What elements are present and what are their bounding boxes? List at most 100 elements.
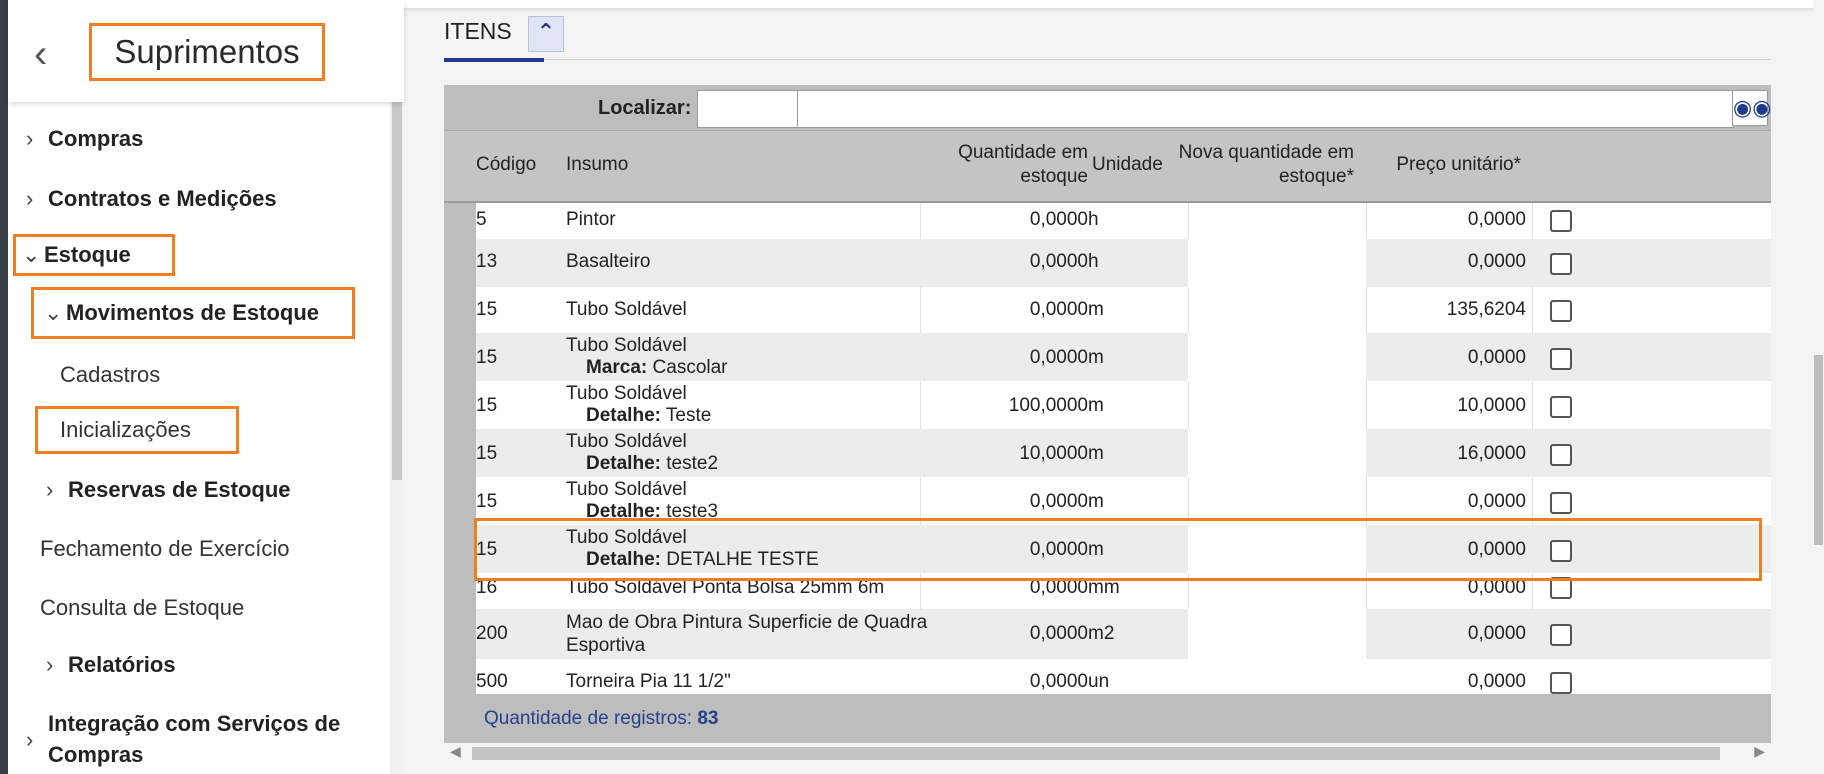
cell-insumo: Tubo Soldável Ponta Bolsa 25mm 6m bbox=[566, 577, 885, 598]
table-row[interactable]: 15 Tubo Soldável Detalhe: teste2 10,0000 … bbox=[476, 429, 1771, 477]
table-row[interactable]: 15 Tubo Soldável Marca: Cascolar 0,0000 m… bbox=[476, 333, 1771, 381]
tab-itens[interactable]: ITENS bbox=[444, 18, 512, 45]
search-input[interactable] bbox=[797, 90, 1734, 128]
row-checkbox[interactable] bbox=[1550, 492, 1572, 514]
nav-consulta-estoque[interactable]: Consulta de Estoque bbox=[40, 595, 244, 621]
search-label: Localizar: bbox=[598, 97, 692, 119]
table-row[interactable]: 13 Basalteiro 0,0000 h 0,0000 bbox=[476, 239, 1771, 287]
tab-divider bbox=[444, 59, 1771, 60]
horizontal-scrollbar[interactable]: ◀ ▶ bbox=[444, 743, 1771, 763]
table-row[interactable]: 16 Tubo Soldável Ponta Bolsa 25mm 6m 0,0… bbox=[476, 573, 1771, 609]
nav-fechamento-exercicio[interactable]: Fechamento de Exercício bbox=[40, 536, 289, 562]
table-row[interactable]: 500 Torneira Pia 11 1/2" 0,0000 un 0,000… bbox=[476, 659, 1771, 694]
row-checkbox[interactable] bbox=[1550, 444, 1572, 466]
nav-inicializacoes[interactable]: Inicializações bbox=[35, 406, 239, 454]
table-row-selected[interactable]: 15 Tubo Soldável Detalhe: DETALHE TESTE 0… bbox=[476, 525, 1771, 573]
search-field-prefix[interactable] bbox=[697, 90, 801, 128]
cell-insumo: Tubo Soldável Detalhe: teste2 bbox=[566, 431, 719, 474]
nav-relatorios[interactable]: › Relatórios bbox=[46, 652, 176, 678]
row-checkbox[interactable] bbox=[1550, 253, 1572, 275]
cell-codigo: 15 bbox=[476, 539, 498, 560]
cell-preco[interactable]: 0,0000 bbox=[1376, 623, 1526, 645]
cell-codigo: 15 bbox=[476, 443, 498, 464]
main-content: ITENS ⌃ Localizar: ◉◉ Código Insumo Quan… bbox=[404, 0, 1824, 774]
cell-quantidade: 0,0000 bbox=[1029, 251, 1088, 272]
cell-insumo: Torneira Pia 11 1/2" bbox=[566, 671, 731, 692]
table-row[interactable]: 200 Mao de Obra Pintura Superficie de Qu… bbox=[476, 609, 1771, 659]
nav-cadastros[interactable]: Cadastros bbox=[60, 362, 160, 388]
nav-reservas-estoque[interactable]: › Reservas de Estoque bbox=[46, 477, 291, 503]
cell-quantidade: 0,0000 bbox=[1029, 539, 1088, 560]
tab-active-indicator bbox=[444, 58, 544, 62]
row-checkbox[interactable] bbox=[1550, 396, 1572, 418]
cell-insumo: Basalteiro bbox=[566, 251, 651, 272]
search-bar: Localizar: ◉◉ bbox=[444, 85, 1771, 131]
top-bar bbox=[404, 0, 1824, 8]
cell-codigo: 16 bbox=[476, 577, 498, 598]
cell-unidade: m bbox=[1088, 539, 1104, 560]
cell-unidade: m bbox=[1088, 347, 1104, 368]
cell-quantidade: 100,0000 bbox=[1008, 395, 1088, 416]
col-preco-unitario[interactable]: Preço unitário* bbox=[1364, 153, 1521, 177]
scroll-left-icon[interactable]: ◀ bbox=[450, 743, 461, 760]
col-quantidade-estoque[interactable]: Quantidade em estoque bbox=[914, 141, 1088, 189]
scroll-right-icon[interactable]: ▶ bbox=[1754, 743, 1765, 760]
cell-unidade: m bbox=[1088, 491, 1104, 512]
chevron-right-icon: › bbox=[26, 126, 34, 151]
nav-compras[interactable]: › Compras bbox=[26, 126, 143, 152]
table-row[interactable]: 15 Tubo Soldável 0,0000 m 135,6204 bbox=[476, 287, 1771, 333]
cell-insumo: Tubo Soldável Marca: Cascolar bbox=[566, 335, 728, 378]
row-checkbox[interactable] bbox=[1550, 624, 1572, 646]
cell-unidade: un bbox=[1088, 671, 1110, 692]
horizontal-scrollbar-thumb[interactable] bbox=[472, 747, 1720, 760]
sidebar-scrollbar-thumb[interactable] bbox=[392, 102, 402, 480]
main-scrollbar-thumb[interactable] bbox=[1814, 355, 1823, 545]
nav-movimentos-estoque[interactable]: ⌄ Movimentos de Estoque bbox=[31, 287, 355, 339]
chevron-right-icon: › bbox=[26, 186, 34, 211]
row-checkbox[interactable] bbox=[1550, 348, 1572, 370]
col-codigo[interactable]: Código bbox=[476, 153, 536, 177]
back-button[interactable]: ‹ bbox=[34, 34, 64, 74]
chevron-down-icon: ⌄ bbox=[44, 300, 63, 325]
row-checkbox[interactable] bbox=[1550, 577, 1572, 599]
nav-integracao-servicos-compras[interactable]: ›Integração com Serviços de Compras bbox=[26, 708, 340, 770]
collapse-button[interactable]: ⌃ bbox=[528, 16, 564, 52]
cell-preco[interactable]: 0,0000 bbox=[1376, 539, 1526, 561]
cell-preco[interactable]: 10,0000 bbox=[1376, 395, 1526, 417]
cell-preco[interactable]: 135,6204 bbox=[1376, 299, 1526, 321]
chevron-right-icon: › bbox=[46, 477, 54, 502]
cell-codigo: 15 bbox=[476, 491, 498, 512]
cell-insumo: Tubo Soldável bbox=[566, 299, 687, 320]
row-checkbox[interactable] bbox=[1550, 672, 1572, 694]
cell-preco[interactable]: 16,0000 bbox=[1376, 443, 1526, 465]
cell-unidade: h bbox=[1088, 209, 1099, 230]
cell-preco[interactable]: 0,0000 bbox=[1376, 491, 1526, 513]
binoculars-icon[interactable]: ◉◉ bbox=[1732, 90, 1771, 126]
cell-codigo: 13 bbox=[476, 251, 498, 272]
row-checkbox[interactable] bbox=[1550, 300, 1572, 322]
table-row[interactable]: 15 Tubo Soldável Detalhe: Teste 100,0000 … bbox=[476, 381, 1771, 429]
cell-unidade: m bbox=[1088, 395, 1104, 416]
cell-preco[interactable]: 0,0000 bbox=[1376, 671, 1526, 693]
col-insumo[interactable]: Insumo bbox=[566, 153, 628, 177]
cell-preco[interactable]: 0,0000 bbox=[1376, 209, 1526, 231]
table-row[interactable]: 15 Tubo Soldável Detalhe: teste3 0,0000 m… bbox=[476, 477, 1771, 525]
table-row[interactable]: 5 Pintor 0,0000 h 0,0000 bbox=[476, 203, 1771, 239]
col-unidade[interactable]: Unidade bbox=[1092, 153, 1163, 177]
cell-unidade: m bbox=[1088, 443, 1104, 464]
cell-unidade: mm bbox=[1088, 577, 1120, 598]
cell-insumo: Tubo Soldável Detalhe: DETALHE TESTE bbox=[566, 527, 819, 570]
chevron-right-icon: › bbox=[26, 727, 34, 752]
nav-estoque[interactable]: ⌄ Estoque bbox=[13, 234, 175, 276]
cell-quantidade: 0,0000 bbox=[1029, 347, 1088, 368]
row-checkbox[interactable] bbox=[1550, 210, 1572, 232]
col-nova-quantidade[interactable]: Nova quantidade em estoque* bbox=[1174, 141, 1354, 189]
cell-preco[interactable]: 0,0000 bbox=[1376, 251, 1526, 273]
cell-quantidade: 0,0000 bbox=[1029, 209, 1088, 230]
cell-quantidade: 0,0000 bbox=[1029, 491, 1088, 512]
cell-preco[interactable]: 0,0000 bbox=[1376, 577, 1526, 599]
cell-preco[interactable]: 0,0000 bbox=[1376, 347, 1526, 369]
cell-codigo: 200 bbox=[476, 623, 508, 644]
nav-contratos-medicoes[interactable]: › Contratos e Medições bbox=[26, 186, 277, 212]
row-checkbox[interactable] bbox=[1550, 540, 1572, 562]
